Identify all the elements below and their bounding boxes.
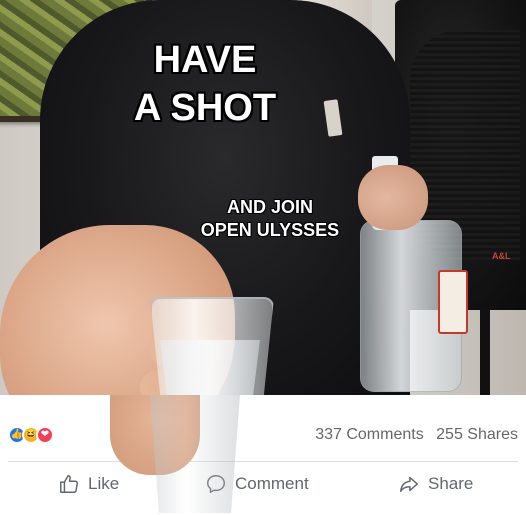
meme-text-line-4: OPEN ULYSSES <box>200 220 340 240</box>
bottle-label <box>438 270 468 334</box>
actions-divider <box>8 461 518 462</box>
like-button-label: Like <box>88 474 120 493</box>
share-arrow-icon <box>400 476 418 493</box>
facebook-post-footer: 👍 😆 ❤ 337 Comments 255 Shares Like Comme… <box>0 395 526 515</box>
comment-button[interactable]: Comment <box>205 467 309 501</box>
speaker-stand <box>480 310 490 395</box>
post-actions: Like Comment Share <box>0 467 526 501</box>
meme-photo: A&L HAVE A SHOT AND JOIN OPEN ULYSSES <box>0 0 526 395</box>
shares-count-link[interactable]: 255 Shares <box>436 426 518 443</box>
meme-text-line-3: AND JOIN <box>226 197 313 217</box>
reaction-summary[interactable]: 👍 😆 ❤ <box>8 426 78 444</box>
like-button[interactable]: Like <box>58 467 119 501</box>
share-button-label: Share <box>428 474 474 493</box>
love-reaction-icon: ❤ <box>36 426 54 444</box>
post-stats-bar: 👍 😆 ❤ 337 Comments 255 Shares <box>0 418 526 448</box>
comment-button-label: Comment <box>235 474 309 493</box>
meme-text-line-1: HAVE <box>153 39 257 81</box>
comments-count-link[interactable]: 337 Comments <box>315 426 424 443</box>
shot-glass-liquid <box>160 340 260 395</box>
share-button[interactable]: Share <box>398 467 473 501</box>
speaker-brand-logo: A&L <box>492 251 511 261</box>
meme-text-line-2: A SHOT <box>133 87 277 129</box>
thumbs-up-icon <box>60 475 78 493</box>
post-stats-text: 337 Comments 255 Shares <box>307 426 518 444</box>
comment-icon <box>207 475 225 493</box>
